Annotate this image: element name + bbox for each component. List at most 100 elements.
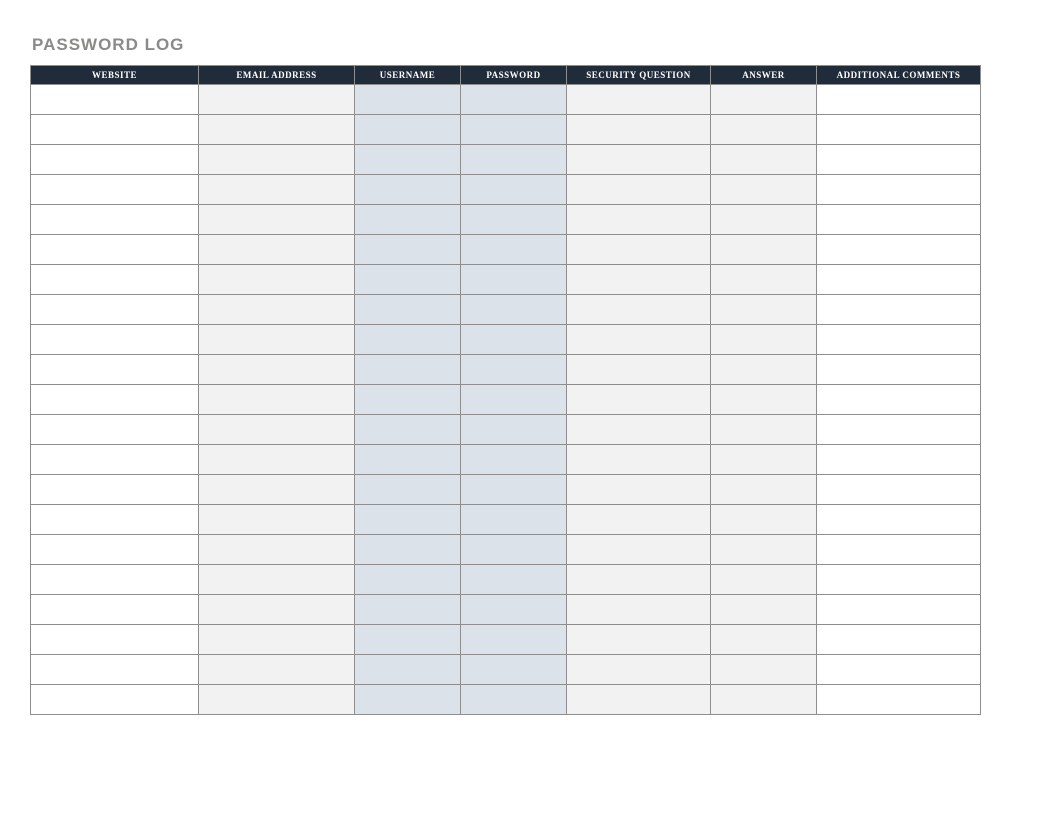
- cell-answer[interactable]: [711, 325, 817, 355]
- cell-security[interactable]: [567, 535, 711, 565]
- cell-answer[interactable]: [711, 655, 817, 685]
- cell-website[interactable]: [31, 325, 199, 355]
- cell-website[interactable]: [31, 115, 199, 145]
- cell-website[interactable]: [31, 85, 199, 115]
- cell-comments[interactable]: [817, 625, 981, 655]
- cell-username[interactable]: [355, 175, 461, 205]
- cell-email[interactable]: [199, 655, 355, 685]
- cell-username[interactable]: [355, 265, 461, 295]
- cell-comments[interactable]: [817, 685, 981, 715]
- cell-comments[interactable]: [817, 565, 981, 595]
- cell-password[interactable]: [461, 625, 567, 655]
- cell-username[interactable]: [355, 685, 461, 715]
- cell-security[interactable]: [567, 445, 711, 475]
- cell-password[interactable]: [461, 385, 567, 415]
- cell-answer[interactable]: [711, 505, 817, 535]
- cell-website[interactable]: [31, 145, 199, 175]
- cell-password[interactable]: [461, 295, 567, 325]
- cell-answer[interactable]: [711, 625, 817, 655]
- cell-email[interactable]: [199, 205, 355, 235]
- cell-answer[interactable]: [711, 265, 817, 295]
- cell-answer[interactable]: [711, 565, 817, 595]
- cell-website[interactable]: [31, 475, 199, 505]
- cell-email[interactable]: [199, 595, 355, 625]
- cell-website[interactable]: [31, 355, 199, 385]
- cell-security[interactable]: [567, 205, 711, 235]
- cell-answer[interactable]: [711, 445, 817, 475]
- cell-security[interactable]: [567, 625, 711, 655]
- cell-email[interactable]: [199, 265, 355, 295]
- cell-website[interactable]: [31, 505, 199, 535]
- cell-answer[interactable]: [711, 205, 817, 235]
- cell-website[interactable]: [31, 265, 199, 295]
- cell-username[interactable]: [355, 595, 461, 625]
- cell-password[interactable]: [461, 115, 567, 145]
- cell-answer[interactable]: [711, 115, 817, 145]
- cell-security[interactable]: [567, 415, 711, 445]
- cell-security[interactable]: [567, 295, 711, 325]
- cell-website[interactable]: [31, 445, 199, 475]
- cell-email[interactable]: [199, 295, 355, 325]
- cell-comments[interactable]: [817, 295, 981, 325]
- cell-password[interactable]: [461, 505, 567, 535]
- cell-comments[interactable]: [817, 205, 981, 235]
- cell-website[interactable]: [31, 175, 199, 205]
- cell-security[interactable]: [567, 505, 711, 535]
- cell-comments[interactable]: [817, 325, 981, 355]
- cell-comments[interactable]: [817, 145, 981, 175]
- cell-website[interactable]: [31, 625, 199, 655]
- cell-username[interactable]: [355, 475, 461, 505]
- cell-password[interactable]: [461, 145, 567, 175]
- cell-email[interactable]: [199, 535, 355, 565]
- cell-security[interactable]: [567, 565, 711, 595]
- cell-comments[interactable]: [817, 385, 981, 415]
- cell-website[interactable]: [31, 235, 199, 265]
- cell-password[interactable]: [461, 595, 567, 625]
- cell-username[interactable]: [355, 565, 461, 595]
- cell-comments[interactable]: [817, 85, 981, 115]
- cell-website[interactable]: [31, 535, 199, 565]
- cell-security[interactable]: [567, 235, 711, 265]
- cell-website[interactable]: [31, 565, 199, 595]
- cell-comments[interactable]: [817, 265, 981, 295]
- cell-username[interactable]: [355, 385, 461, 415]
- cell-username[interactable]: [355, 325, 461, 355]
- cell-website[interactable]: [31, 415, 199, 445]
- cell-answer[interactable]: [711, 355, 817, 385]
- cell-username[interactable]: [355, 625, 461, 655]
- cell-username[interactable]: [355, 445, 461, 475]
- cell-password[interactable]: [461, 415, 567, 445]
- cell-security[interactable]: [567, 115, 711, 145]
- cell-website[interactable]: [31, 205, 199, 235]
- cell-website[interactable]: [31, 685, 199, 715]
- cell-comments[interactable]: [817, 445, 981, 475]
- cell-security[interactable]: [567, 685, 711, 715]
- cell-answer[interactable]: [711, 385, 817, 415]
- cell-email[interactable]: [199, 505, 355, 535]
- cell-email[interactable]: [199, 175, 355, 205]
- cell-password[interactable]: [461, 85, 567, 115]
- cell-password[interactable]: [461, 475, 567, 505]
- cell-comments[interactable]: [817, 475, 981, 505]
- cell-email[interactable]: [199, 415, 355, 445]
- cell-security[interactable]: [567, 355, 711, 385]
- cell-answer[interactable]: [711, 475, 817, 505]
- cell-email[interactable]: [199, 625, 355, 655]
- cell-email[interactable]: [199, 85, 355, 115]
- cell-email[interactable]: [199, 325, 355, 355]
- cell-password[interactable]: [461, 205, 567, 235]
- cell-security[interactable]: [567, 265, 711, 295]
- cell-comments[interactable]: [817, 535, 981, 565]
- cell-email[interactable]: [199, 145, 355, 175]
- cell-comments[interactable]: [817, 595, 981, 625]
- cell-answer[interactable]: [711, 535, 817, 565]
- cell-username[interactable]: [355, 205, 461, 235]
- cell-comments[interactable]: [817, 415, 981, 445]
- cell-email[interactable]: [199, 355, 355, 385]
- cell-username[interactable]: [355, 235, 461, 265]
- cell-password[interactable]: [461, 445, 567, 475]
- cell-website[interactable]: [31, 295, 199, 325]
- cell-email[interactable]: [199, 385, 355, 415]
- cell-username[interactable]: [355, 355, 461, 385]
- cell-comments[interactable]: [817, 175, 981, 205]
